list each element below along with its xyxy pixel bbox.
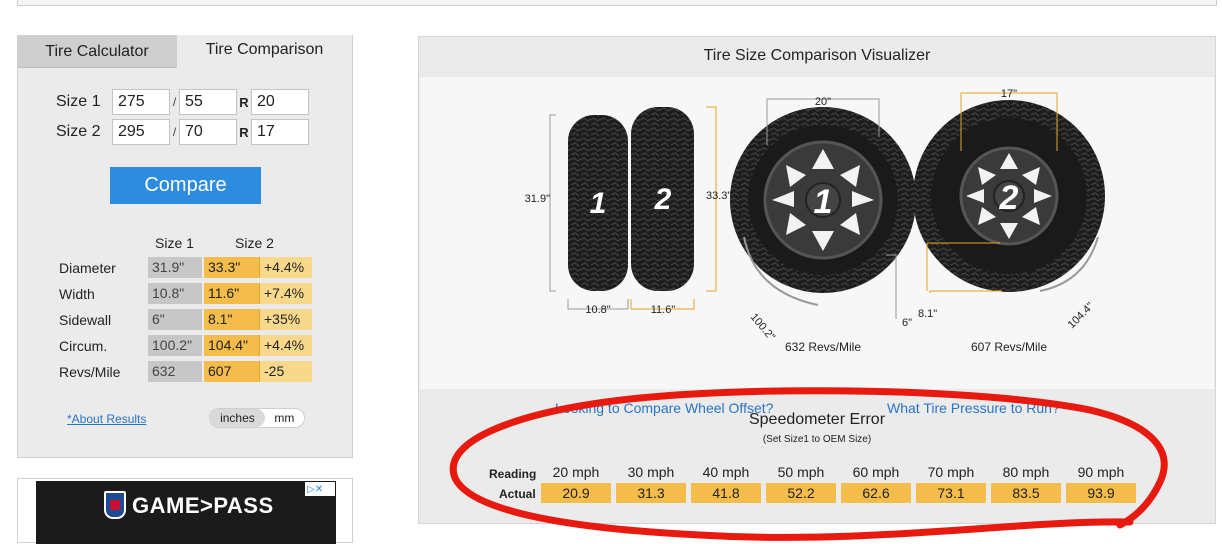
speedometer-error-subtitle: (Set Size1 to OEM Size) bbox=[762, 434, 872, 445]
size2-width-input[interactable] bbox=[112, 119, 170, 145]
result-size1-value: 100.2" bbox=[148, 335, 202, 356]
result-difference: -25 bbox=[259, 361, 312, 382]
sidewall2-baseline bbox=[929, 290, 1002, 293]
ad-text: GAME>PASS bbox=[132, 493, 274, 518]
result-size1-value: 10.8" bbox=[148, 283, 202, 304]
diameter1-bracket bbox=[549, 114, 556, 292]
actual-speed: 62.6 bbox=[841, 483, 911, 503]
rim-separator: R bbox=[239, 124, 249, 140]
speed-reading: 20 mph bbox=[552, 464, 600, 480]
actual-speed: 93.9 bbox=[1066, 483, 1136, 503]
size1-aspect-input[interactable] bbox=[179, 89, 237, 115]
results-header-size1: Size 1 bbox=[155, 235, 194, 251]
result-size1-value: 632 bbox=[148, 361, 202, 382]
compare-button[interactable]: Compare bbox=[110, 167, 261, 204]
actual-speed: 83.5 bbox=[991, 483, 1061, 503]
speed-reading: 80 mph bbox=[1002, 464, 1050, 480]
revs1-label: 632 Revs/Mile bbox=[785, 340, 861, 354]
sidewall1-label: 6" bbox=[902, 317, 912, 329]
diameter1-label: 31.9" bbox=[525, 193, 550, 205]
result-size1-value: 6" bbox=[148, 309, 202, 330]
revs2-label: 607 Revs/Mile bbox=[971, 340, 1047, 354]
speed-reading: 90 mph bbox=[1077, 464, 1125, 480]
diameter2-label: 33.3" bbox=[706, 190, 731, 202]
visualizer-panel: Tire Size Comparison Visualizer 1 2 31.9… bbox=[418, 36, 1216, 524]
results-row: Sidewall 6" 8.1" +35% bbox=[18, 309, 352, 331]
results-row: Circum. 100.2" 104.4" +4.4% bbox=[18, 335, 352, 357]
size1-width-input[interactable] bbox=[112, 89, 170, 115]
tire2-side-number: 2 bbox=[654, 183, 672, 216]
speed-reading: 30 mph bbox=[627, 464, 675, 480]
tire1-side-number: 1 bbox=[590, 187, 607, 220]
size1-row: Size 1 / R bbox=[56, 89, 309, 115]
advertisement[interactable]: GAME>PASS ▷✕ bbox=[17, 478, 353, 544]
result-label: Width bbox=[59, 286, 95, 302]
size1-label: Size 1 bbox=[56, 93, 101, 110]
result-label: Diameter bbox=[59, 260, 116, 276]
result-size2-value: 33.3" bbox=[204, 257, 259, 278]
unit-inches-option[interactable]: inches bbox=[210, 409, 265, 427]
unit-toggle[interactable]: inches mm bbox=[209, 408, 305, 428]
wheel1-number: 1 bbox=[814, 183, 833, 221]
tire-diagram: 1 2 31.9" 33.3" 10.8" 11.6" 1 20" 6" 100… bbox=[525, 88, 1105, 354]
actual-speed: 31.3 bbox=[616, 483, 686, 503]
wheel2-number: 2 bbox=[999, 179, 1019, 217]
circ2-label: 104.4" bbox=[1066, 300, 1097, 331]
actual-speed: 41.8 bbox=[691, 483, 761, 503]
result-difference: +35% bbox=[259, 309, 312, 330]
width2-label: 11.6" bbox=[651, 304, 676, 316]
circ1-label: 100.2" bbox=[748, 311, 777, 343]
result-label: Circum. bbox=[59, 338, 108, 354]
tab-tire-comparison[interactable]: Tire Comparison bbox=[176, 35, 352, 68]
sidewall2-label: 8.1" bbox=[918, 308, 937, 320]
reading-row-label: Reading bbox=[489, 467, 537, 481]
results-row: Diameter 31.9" 33.3" +4.4% bbox=[18, 257, 352, 279]
unit-mm-option[interactable]: mm bbox=[265, 409, 304, 427]
rim1-label: 20" bbox=[815, 96, 831, 108]
results-row: Revs/Mile 632 607 -25 bbox=[18, 361, 352, 383]
size2-aspect-input[interactable] bbox=[179, 119, 237, 145]
results-row: Width 10.8" 11.6" +7.4% bbox=[18, 283, 352, 305]
slash-separator: / bbox=[172, 95, 177, 109]
tab-bar: Tire Calculator Tire Comparison bbox=[18, 35, 352, 68]
results-header-size2: Size 2 bbox=[235, 235, 274, 251]
actual-row-label: Actual bbox=[499, 487, 536, 501]
nfl-shield-icon bbox=[104, 491, 126, 519]
result-size2-value: 11.6" bbox=[204, 283, 259, 304]
actual-speed: 52.2 bbox=[766, 483, 836, 503]
rim2-label: 17" bbox=[1001, 88, 1017, 100]
actual-speed: 20.9 bbox=[541, 483, 611, 503]
result-difference: +4.4% bbox=[259, 335, 312, 356]
result-size1-value: 31.9" bbox=[148, 257, 202, 278]
speedometer-error-title: Speedometer Error bbox=[748, 411, 886, 428]
speed-reading: 40 mph bbox=[702, 464, 750, 480]
result-size2-value: 607 bbox=[204, 361, 259, 382]
top-frame bbox=[17, 0, 1217, 6]
visualizer-title: Tire Size Comparison Visualizer bbox=[703, 47, 931, 64]
width1-label: 10.8" bbox=[585, 304, 610, 316]
result-label: Sidewall bbox=[59, 312, 112, 328]
result-difference: +7.4% bbox=[259, 283, 312, 304]
actual-speed: 73.1 bbox=[916, 483, 986, 503]
about-results-link[interactable]: *About Results bbox=[67, 412, 146, 426]
result-label: Revs/Mile bbox=[59, 364, 121, 380]
tire-calculator-panel: Tire Calculator Tire Comparison Size 1 /… bbox=[17, 35, 353, 458]
result-size2-value: 8.1" bbox=[204, 309, 259, 330]
speed-reading: 50 mph bbox=[777, 464, 825, 480]
size2-row: Size 2 / R bbox=[56, 119, 309, 145]
tab-tire-calculator[interactable]: Tire Calculator bbox=[18, 36, 176, 68]
result-size2-value: 104.4" bbox=[204, 335, 259, 356]
slash-separator: / bbox=[172, 125, 177, 139]
visualizer-canvas: 1 2 31.9" 33.3" 10.8" 11.6" 1 20" 6" 100… bbox=[420, 77, 1214, 416]
speed-reading: 70 mph bbox=[927, 464, 975, 480]
result-difference: +4.4% bbox=[259, 257, 312, 278]
rim-separator: R bbox=[239, 94, 249, 110]
size2-label: Size 2 bbox=[56, 123, 101, 140]
size2-rim-input[interactable] bbox=[251, 119, 309, 145]
ad-close-icon[interactable]: ▷✕ bbox=[305, 482, 335, 496]
speed-reading: 60 mph bbox=[852, 464, 900, 480]
ad-banner[interactable]: GAME>PASS ▷✕ bbox=[36, 481, 336, 544]
size1-rim-input[interactable] bbox=[251, 89, 309, 115]
